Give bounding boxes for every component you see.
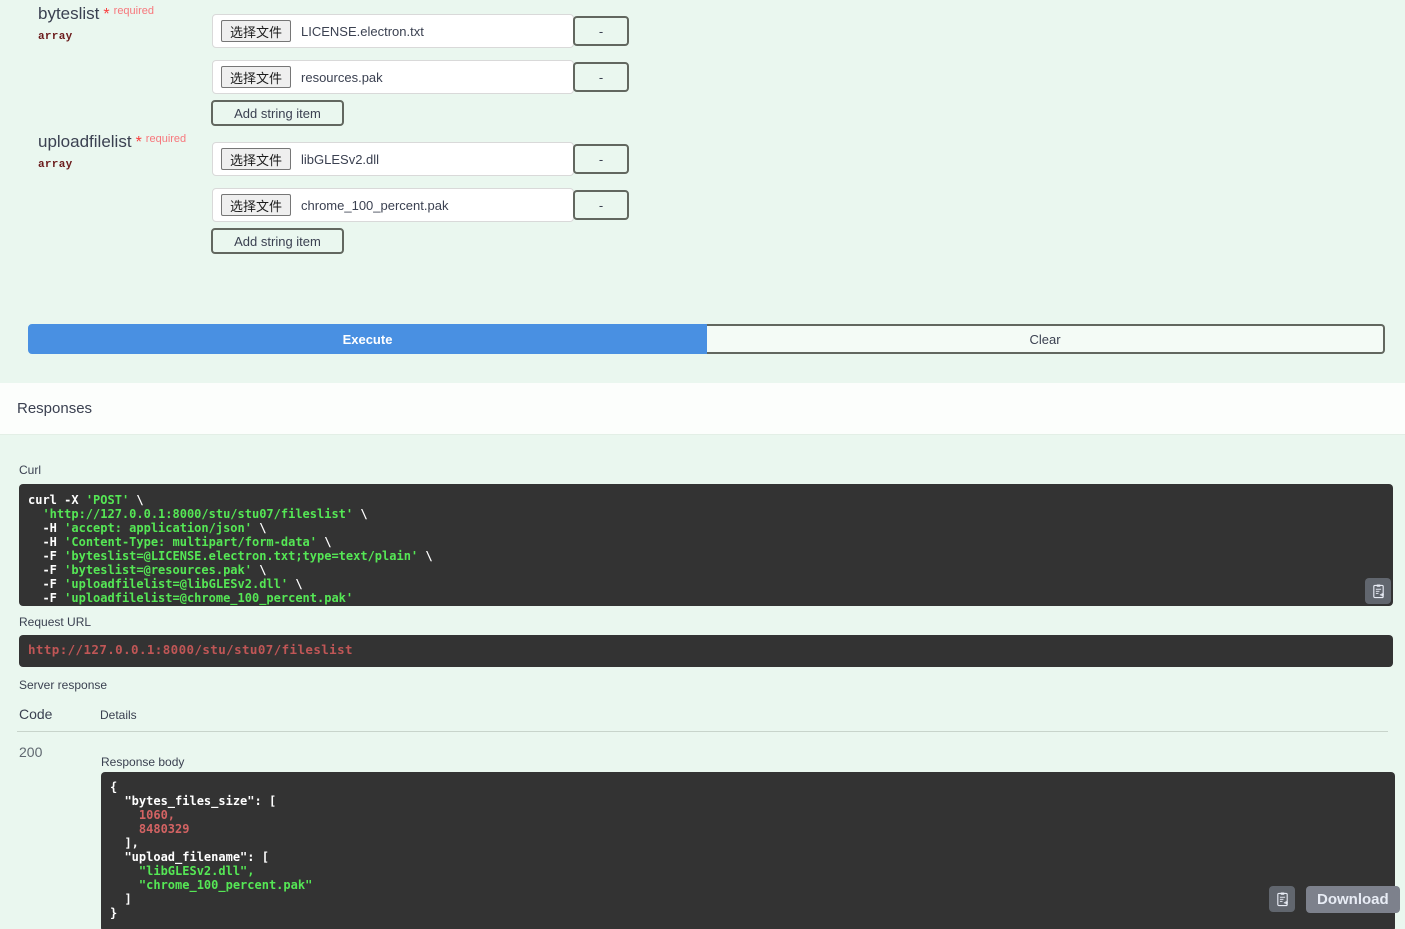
param-type-uploadfilelist: array xyxy=(38,159,73,171)
curl-l7-form: 'uploadfilelist=@libGLESv2.dll' xyxy=(64,577,289,591)
json-value-bytes-size-0: 1060, xyxy=(138,808,176,822)
choose-file-button[interactable]: 选择文件 xyxy=(221,148,292,170)
curl-label: Curl xyxy=(19,463,42,477)
required-star-icon: * xyxy=(103,6,110,23)
param-type-byteslist: array xyxy=(38,31,73,43)
curl-l6-form: 'byteslist=@resources.pak' xyxy=(64,563,252,577)
remove-item-button-byteslist-0[interactable]: - xyxy=(573,16,629,46)
swagger-try-it-out-panel: byteslist * required array 选择文件 LICENSE.el… xyxy=(0,0,1405,929)
file-name-label: chrome_100_percent.pak xyxy=(301,197,449,213)
json-open-brace: { xyxy=(110,780,118,794)
param-name-text: uploadfilelist xyxy=(38,132,132,151)
curl-l8-form: 'uploadfilelist=@chrome_100_percent.pak' xyxy=(64,591,354,605)
json-value-bytes-size-1: 8480329 xyxy=(138,822,190,836)
response-body-label: Response body xyxy=(101,755,185,769)
curl-l2-continuation: \ xyxy=(360,507,368,521)
file-input-uploadfilelist-0[interactable]: 选择文件 libGLESv2.dll xyxy=(212,142,574,176)
curl-l5-continuation: \ xyxy=(425,549,433,563)
add-string-item-button-uploadfilelist[interactable]: Add string item xyxy=(211,228,344,254)
execute-button[interactable]: Execute xyxy=(28,324,707,354)
curl-l1-method: 'POST' xyxy=(85,493,130,507)
curl-l6-continuation: \ xyxy=(259,563,267,577)
responses-section-title: Responses xyxy=(17,400,93,417)
curl-l4-header: 'Content-Type: multipart/form-data' xyxy=(64,535,318,549)
curl-command-block: curl -X 'POST' \ 'http://127.0.0.1:8000/… xyxy=(19,484,1393,606)
param-label-uploadfilelist: uploadfilelist * required array xyxy=(38,132,186,171)
curl-l5-flag: -F xyxy=(42,549,57,563)
curl-l6-flag: -F xyxy=(42,563,57,577)
curl-cmd: curl xyxy=(28,493,57,507)
choose-file-button[interactable]: 选择文件 xyxy=(221,66,292,88)
curl-l3-header: 'accept: application/json' xyxy=(64,521,252,535)
file-input-uploadfilelist-1[interactable]: 选择文件 chrome_100_percent.pak xyxy=(212,188,574,222)
column-header-details: Details xyxy=(100,708,137,722)
curl-l1-flag: -X xyxy=(64,493,79,507)
param-name-uploadfilelist: uploadfilelist * required xyxy=(38,132,186,152)
required-label: required xyxy=(145,133,187,145)
curl-l4-continuation: \ xyxy=(324,535,332,549)
remove-item-button-byteslist-1[interactable]: - xyxy=(573,62,629,92)
execute-clear-group: Execute Clear xyxy=(28,324,1385,354)
required-star-icon: * xyxy=(135,134,142,151)
json-close-brace: } xyxy=(110,906,118,920)
clear-button[interactable]: Clear xyxy=(707,324,1385,354)
choose-file-button[interactable]: 选择文件 xyxy=(221,20,292,42)
file-input-byteslist-0[interactable]: 选择文件 LICENSE.electron.txt xyxy=(212,14,574,48)
table-divider xyxy=(17,731,1388,732)
json-key-upload-filename: "upload_filename": [ xyxy=(124,850,269,864)
copy-curl-button[interactable] xyxy=(1365,578,1391,604)
request-url-block: http://127.0.0.1:8000/stu/stu07/fileslis… xyxy=(19,635,1393,667)
choose-file-button[interactable]: 选择文件 xyxy=(221,194,292,216)
curl-l7-flag: -F xyxy=(42,577,57,591)
clipboard-copy-icon xyxy=(1372,583,1384,598)
file-input-byteslist-1[interactable]: 选择文件 resources.pak xyxy=(212,60,574,94)
required-label: required xyxy=(113,5,155,17)
param-name-byteslist: byteslist * required xyxy=(38,4,154,24)
json-key-bytes-files-size: "bytes_files_size": [ xyxy=(124,794,277,808)
column-header-code: Code xyxy=(19,706,53,722)
curl-l3-flag: -H xyxy=(42,521,57,535)
file-name-label: libGLESv2.dll xyxy=(301,151,380,167)
remove-item-button-uploadfilelist-1[interactable]: - xyxy=(573,190,629,220)
server-response-label: Server response xyxy=(19,678,108,692)
json-close-bracket-1: ], xyxy=(124,836,139,850)
add-string-item-button-byteslist[interactable]: Add string item xyxy=(211,100,344,126)
json-value-filename-0: "libGLESv2.dll", xyxy=(138,864,255,878)
curl-l4-flag: -H xyxy=(42,535,57,549)
param-label-byteslist: byteslist * required array xyxy=(38,4,154,43)
curl-l2-url: 'http://127.0.0.1:8000/stu/stu07/filesli… xyxy=(42,507,354,521)
copy-response-body-button[interactable] xyxy=(1269,886,1295,912)
download-response-button[interactable]: Download xyxy=(1306,886,1400,913)
param-name-text: byteslist xyxy=(38,4,100,23)
responses-header-band: Responses xyxy=(0,383,1405,435)
json-close-bracket-2: ] xyxy=(124,892,132,906)
file-name-label: LICENSE.electron.txt xyxy=(301,23,424,39)
status-code-value: 200 xyxy=(19,744,43,760)
request-url-label: Request URL xyxy=(19,615,92,629)
curl-l7-continuation: \ xyxy=(295,577,303,591)
curl-l1-continuation: \ xyxy=(136,493,144,507)
response-body-block: { "bytes_files_size": [ 1060, 8480329 ],… xyxy=(101,772,1395,929)
json-value-filename-1: "chrome_100_percent.pak" xyxy=(138,878,313,892)
remove-item-button-uploadfilelist-0[interactable]: - xyxy=(573,144,629,174)
file-name-label: resources.pak xyxy=(301,69,383,85)
curl-l8-flag: -F xyxy=(42,591,57,605)
curl-l3-continuation: \ xyxy=(259,521,267,535)
clipboard-copy-icon xyxy=(1276,891,1288,906)
curl-l5-form: 'byteslist=@LICENSE.electron.txt;type=te… xyxy=(64,549,419,563)
